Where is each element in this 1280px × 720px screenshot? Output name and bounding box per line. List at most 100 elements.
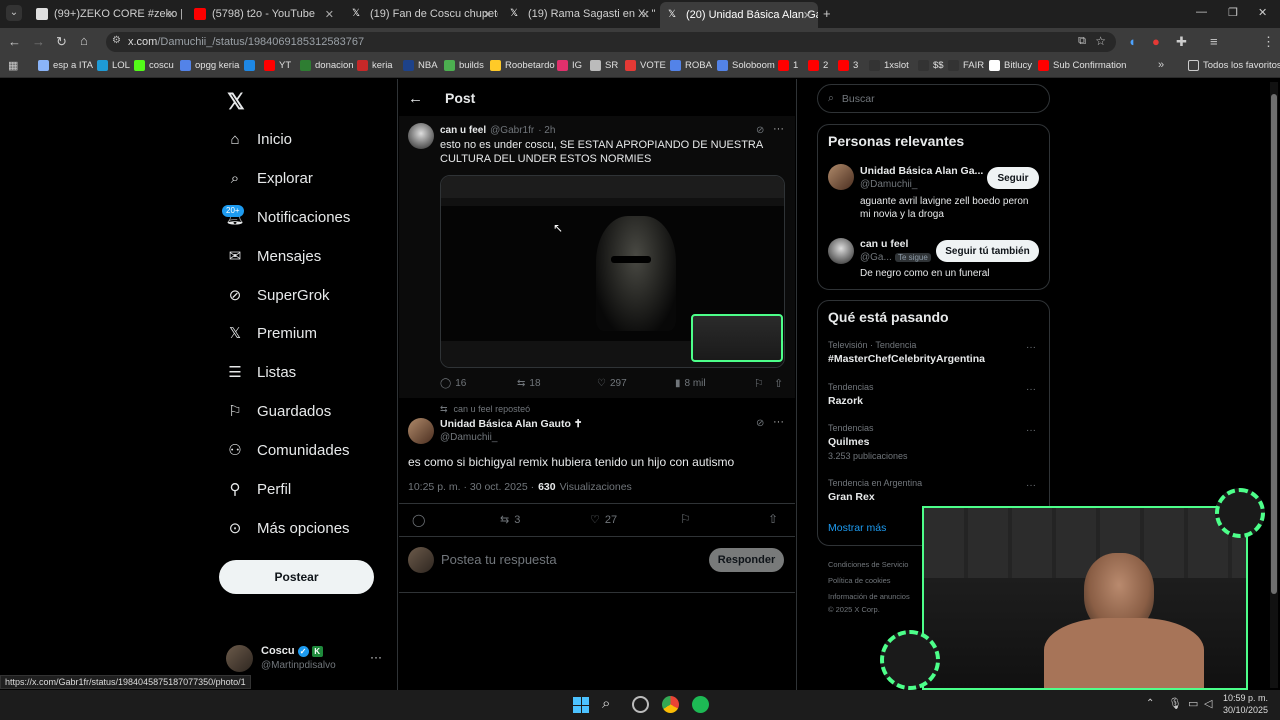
- share-icon[interactable]: ⇧: [768, 512, 778, 526]
- nav-item-premium[interactable]: 𝕏 Premium: [226, 318, 317, 348]
- spotify-icon[interactable]: [692, 696, 709, 713]
- trend-more-icon[interactable]: ···: [1026, 342, 1036, 353]
- bookmark-item[interactable]: YT: [264, 60, 291, 71]
- bookmark-item[interactable]: ROBA: [670, 60, 712, 71]
- author-handle[interactable]: @Gabr1fr: [490, 125, 534, 136]
- bookmark-item[interactable]: opgg keria: [180, 60, 239, 71]
- tab-2[interactable]: (5798) t2o - YouTube ✕: [186, 4, 340, 24]
- bookmark-item[interactable]: Soloboom: [717, 60, 775, 71]
- forward-icon[interactable]: →: [32, 34, 45, 49]
- author-name[interactable]: Unidad Básica Alan Gauto ✝: [440, 418, 583, 430]
- bookmark-item[interactable]: Sub Confirmation: [1038, 60, 1126, 71]
- tab-5-active[interactable]: 𝕏(20) Unidad Básica Alan Gauto✕: [660, 2, 818, 28]
- repost-action[interactable]: ⇆ 18: [517, 378, 541, 389]
- repost-action[interactable]: ⇆ 3: [500, 513, 520, 527]
- clock-time[interactable]: 10:59 p. m.: [1220, 693, 1268, 703]
- bookmark-item[interactable]: SR: [590, 60, 618, 71]
- tab-3[interactable]: 𝕏(19) Fan de Coscu chupeton en✕: [344, 4, 498, 24]
- bookmark-star-icon[interactable]: ☆: [1095, 34, 1106, 48]
- more-icon[interactable]: ···: [773, 123, 784, 135]
- footer-link[interactable]: Condiciones de Servicio: [828, 560, 908, 569]
- close-tab-icon[interactable]: ✕: [803, 9, 812, 22]
- close-tab-icon[interactable]: ✕: [167, 8, 176, 21]
- bookmark-item[interactable]: 1: [778, 60, 798, 71]
- share-icon[interactable]: ⇧: [774, 377, 783, 390]
- bookmark-item[interactable]: 1xslot: [869, 60, 909, 71]
- close-window-icon[interactable]: ✕: [1258, 6, 1267, 19]
- grok-icon[interactable]: ⊘: [756, 125, 764, 136]
- tab-4[interactable]: 𝕏(19) Rama Sagasti en X: "@Mar✕: [502, 4, 656, 24]
- grok-icon[interactable]: ⊘: [756, 418, 764, 429]
- account-switcher[interactable]: Coscu ✓ K: [261, 645, 323, 657]
- close-tab-icon[interactable]: ✕: [641, 8, 650, 21]
- avatar[interactable]: [226, 645, 253, 672]
- bookmark-item[interactable]: Bitlucy: [989, 60, 1032, 71]
- bookmark-item[interactable]: NBA: [403, 60, 438, 71]
- reply-button[interactable]: Responder: [709, 548, 784, 572]
- reading-list-icon[interactable]: ≡: [1210, 34, 1218, 49]
- bookmark-item[interactable]: Roobetardo: [490, 60, 555, 71]
- search-input[interactable]: ⌕ Buscar: [817, 84, 1050, 113]
- avatar[interactable]: [828, 238, 854, 264]
- views-action[interactable]: ▮ 8 mil: [675, 378, 706, 389]
- close-tab-icon[interactable]: ✕: [483, 8, 492, 21]
- app-icon[interactable]: [632, 696, 649, 713]
- bookmark-item[interactable]: [244, 60, 259, 71]
- maximize-icon[interactable]: ❐: [1228, 6, 1238, 19]
- avatar[interactable]: [828, 164, 854, 190]
- author-handle[interactable]: @Damuchii_: [440, 432, 497, 443]
- person-handle[interactable]: @Damuchii_: [860, 179, 917, 190]
- bookmark-item[interactable]: donacion: [300, 60, 354, 71]
- nav-item-supergrok[interactable]: ⊘ SuperGrok: [226, 280, 330, 310]
- install-app-icon[interactable]: ⧉: [1078, 35, 1086, 48]
- new-tab-icon[interactable]: +: [823, 6, 831, 21]
- bookmarks-overflow-icon[interactable]: »: [1158, 59, 1164, 71]
- bookmark-item[interactable]: coscu: [134, 60, 174, 71]
- trend-name[interactable]: Razork: [828, 395, 863, 407]
- chrome-icon[interactable]: [662, 696, 679, 713]
- trend-name[interactable]: Quilmes: [828, 436, 869, 448]
- bookmark-item[interactable]: 3: [838, 60, 858, 71]
- bookmark-icon[interactable]: ⚐: [680, 512, 691, 526]
- trend-more-icon[interactable]: ···: [1026, 384, 1036, 395]
- nav-item-explorar[interactable]: ⌕ Explorar: [226, 163, 313, 193]
- trend-more-icon[interactable]: ···: [1026, 480, 1036, 491]
- bookmark-item[interactable]: LOL: [97, 60, 130, 71]
- bookmark-item[interactable]: builds: [444, 60, 484, 71]
- bookmark-item[interactable]: FAIR: [948, 60, 984, 71]
- person-name[interactable]: can u feel: [860, 238, 908, 250]
- follow-back-button[interactable]: Seguir tú también: [936, 240, 1039, 262]
- scrollbar-thumb[interactable]: [1271, 94, 1277, 594]
- reply-icon[interactable]: ◯: [412, 513, 425, 527]
- person-handle[interactable]: @Ga...: [860, 252, 892, 263]
- trend-name[interactable]: #MasterChefCelebrityArgentina: [828, 353, 985, 365]
- account-more-icon[interactable]: ···: [370, 650, 382, 664]
- nav-item-listas[interactable]: ☰ Listas: [226, 357, 296, 387]
- address-bar[interactable]: ⚙ x.com/Damuchii_/status/198406918531258…: [106, 32, 1116, 52]
- back-arrow-icon[interactable]: ←: [408, 90, 423, 107]
- trend-more-icon[interactable]: ···: [1026, 425, 1036, 436]
- tray-chevron-icon[interactable]: ⌃: [1146, 698, 1154, 709]
- home-button-icon[interactable]: ⌂: [80, 33, 88, 48]
- all-favorites-folder[interactable]: Todos los favoritos: [1188, 60, 1280, 71]
- follow-button[interactable]: Seguir: [987, 167, 1039, 189]
- nav-item-notificaciones[interactable]: 🔔︎ Notificaciones: [225, 202, 350, 232]
- bookmark-item[interactable]: 2: [808, 60, 828, 71]
- extension-icon[interactable]: ●: [1152, 34, 1160, 49]
- nav-item-perfil[interactable]: ⚲ Perfil: [226, 474, 292, 504]
- nav-item-mas-opciones[interactable]: ⊙ Más opciones: [226, 513, 350, 543]
- apps-grid-icon[interactable]: ▦: [8, 59, 18, 72]
- like-action[interactable]: ♡ 27: [590, 513, 617, 527]
- footer-link[interactable]: Política de cookies: [828, 576, 891, 585]
- x-logo-icon[interactable]: 𝕏: [227, 89, 245, 115]
- post-media-video[interactable]: ↖: [440, 175, 785, 368]
- footer-link[interactable]: Información de anuncios: [828, 592, 910, 601]
- browser-menu-icon[interactable]: ⋮: [1262, 34, 1275, 50]
- nav-item-comunidades[interactable]: ⚇ Comunidades: [226, 435, 349, 465]
- back-icon[interactable]: ←: [8, 34, 21, 49]
- show-more-link[interactable]: Mostrar más: [828, 522, 886, 534]
- nav-item-guardados[interactable]: ⚐ Guardados: [226, 396, 331, 426]
- post-button[interactable]: Postear: [219, 560, 374, 594]
- extensions-puzzle-icon[interactable]: ✚: [1176, 34, 1187, 50]
- bookmark-item[interactable]: IG: [557, 60, 582, 71]
